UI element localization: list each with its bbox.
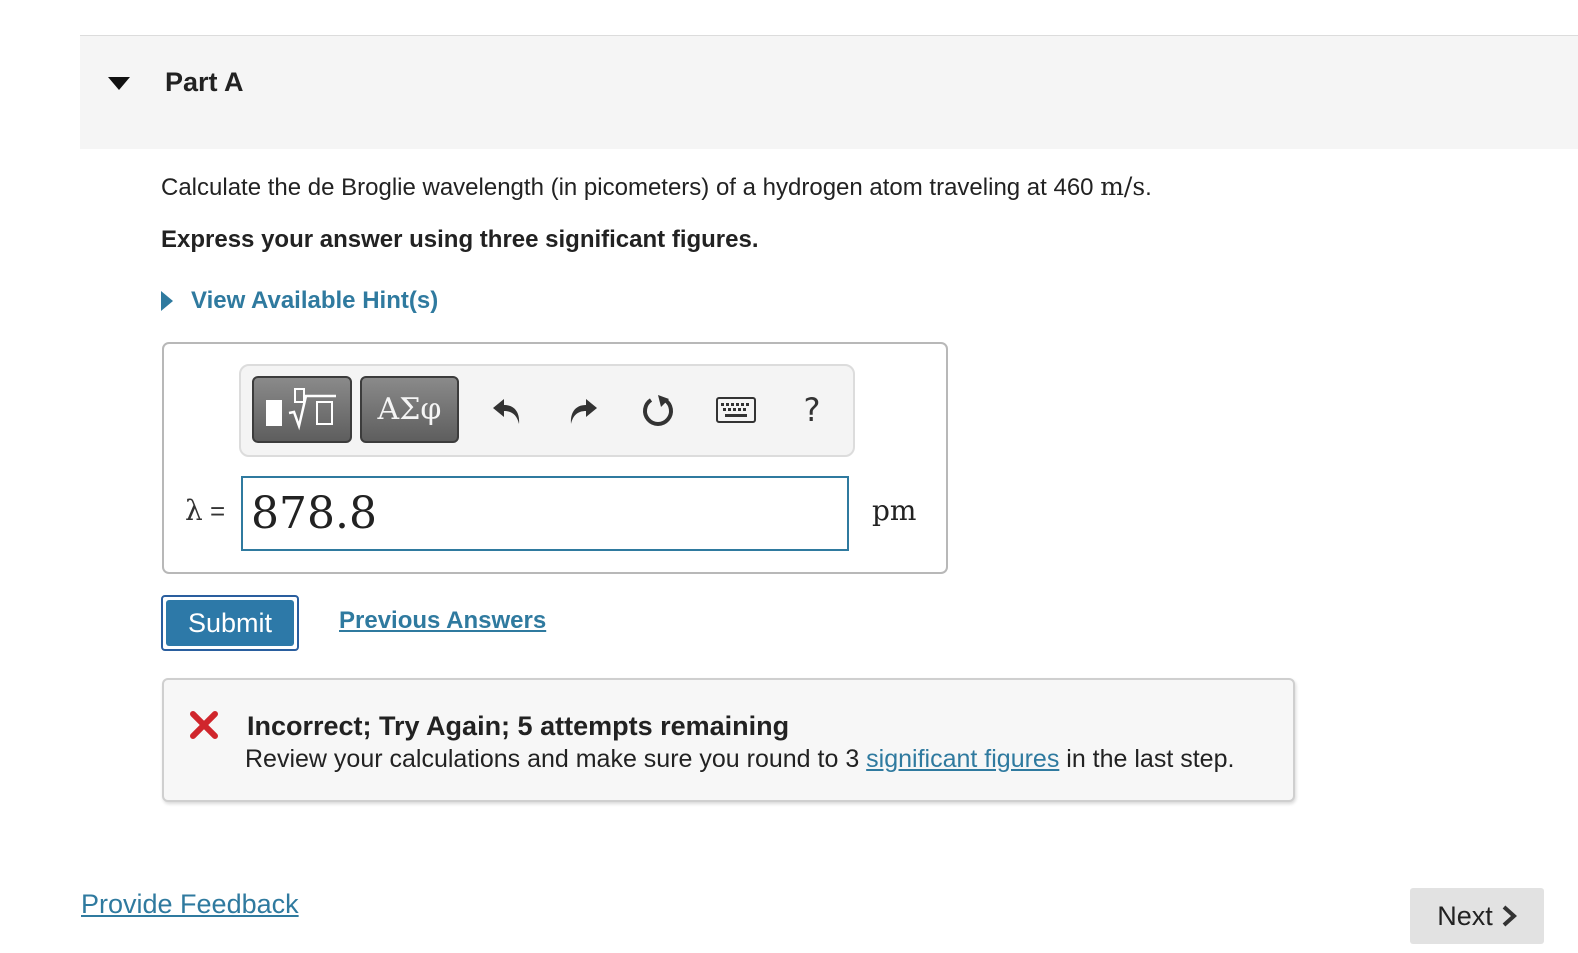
part-title: Part A: [165, 67, 244, 97]
next-label: Next: [1437, 900, 1493, 931]
provide-feedback-link[interactable]: Provide Feedback: [81, 889, 299, 920]
undo-button[interactable]: [487, 390, 527, 430]
feedback-title: Incorrect; Try Again; 5 attempts remaini…: [247, 711, 790, 741]
redo-icon: [570, 399, 597, 424]
greek-symbols-button[interactable]: ΑΣφ: [360, 376, 459, 443]
significant-figures-link[interactable]: significant figures: [866, 745, 1059, 773]
velocity-unit: m/s: [1100, 172, 1146, 201]
help-button[interactable]: ?: [792, 390, 832, 430]
redo-button[interactable]: [563, 390, 603, 430]
answer-input[interactable]: 878.8: [241, 476, 849, 551]
question-text: Calculate the de Broglie wavelength (in …: [161, 172, 1152, 201]
undo-icon: [493, 399, 520, 424]
view-hints-toggle[interactable]: View Available Hint(s): [161, 284, 438, 318]
answer-unit: pm: [872, 494, 917, 527]
templates-icon: [266, 387, 336, 430]
collapse-triangle-icon[interactable]: [108, 77, 130, 91]
submit-label: Submit: [166, 600, 294, 646]
reset-icon: [643, 395, 673, 426]
previous-answers-link[interactable]: Previous Answers: [339, 607, 546, 635]
expand-triangle-icon: [161, 291, 173, 311]
next-button[interactable]: Next: [1410, 888, 1544, 944]
answer-variable-label: λ =: [185, 494, 226, 527]
error-x-icon: [190, 711, 218, 739]
chevron-right-icon: [1502, 905, 1517, 927]
submit-button[interactable]: Submit: [161, 595, 299, 651]
keyboard-icon: [716, 397, 756, 423]
reset-button[interactable]: [639, 390, 679, 430]
part-header: [80, 36, 1578, 149]
templates-button[interactable]: [252, 376, 352, 443]
view-hints-label: View Available Hint(s): [191, 287, 439, 314]
instruction-text: Express your answer using three signific…: [161, 226, 759, 253]
keyboard-button[interactable]: [715, 390, 757, 430]
feedback-message: Review your calculations and make sure y…: [245, 745, 1235, 773]
